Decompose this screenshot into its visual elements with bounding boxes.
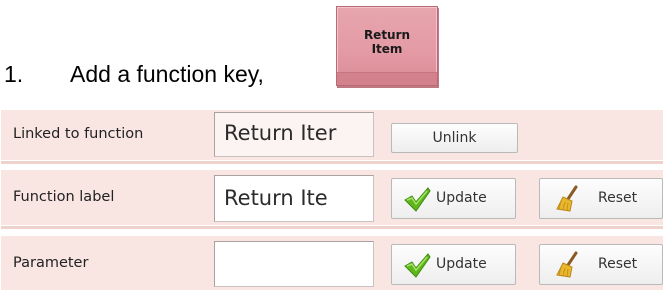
return-item-function-key[interactable]: Return Item bbox=[336, 6, 438, 86]
update-function-label-button[interactable]: Update bbox=[391, 178, 516, 219]
function-label-label: Function label bbox=[13, 189, 115, 205]
update-parameter-button[interactable]: Update bbox=[391, 244, 516, 285]
reset-parameter-button[interactable]: Reset bbox=[539, 244, 663, 285]
linked-function-field: Return Iter bbox=[214, 112, 374, 157]
function-label-input[interactable]: Return Ite bbox=[214, 175, 374, 222]
reset-button-label: Reset bbox=[598, 190, 638, 206]
function-label-row: Function label Return Ite Update Reset bbox=[1, 170, 663, 225]
parameter-label: Parameter bbox=[13, 255, 89, 271]
unlink-button[interactable]: Unlink bbox=[391, 123, 518, 153]
parameter-row: Parameter Update Reset bbox=[1, 236, 663, 290]
broom-icon bbox=[556, 185, 578, 212]
reset-button-label: Reset bbox=[598, 256, 638, 272]
green-checkmark-icon bbox=[404, 253, 431, 278]
instruction-text: Add a function key, bbox=[70, 61, 264, 87]
linked-function-row: Linked to function Return Iter Unlink bbox=[1, 110, 663, 160]
parameter-input[interactable] bbox=[214, 241, 374, 287]
function-key-label-line1: Return bbox=[363, 28, 411, 42]
linked-function-label: Linked to function bbox=[13, 126, 144, 142]
green-checkmark-icon bbox=[404, 187, 431, 212]
update-button-label: Update bbox=[436, 256, 487, 272]
update-button-label: Update bbox=[436, 190, 487, 206]
row-divider bbox=[1, 161, 663, 164]
broom-icon bbox=[556, 251, 578, 278]
function-key-bottom-band bbox=[337, 72, 437, 85]
reset-function-label-button[interactable]: Reset bbox=[539, 178, 663, 219]
row-divider bbox=[1, 226, 663, 229]
function-key-label-line2: Item bbox=[371, 42, 403, 56]
step-number: 1. bbox=[4, 61, 24, 87]
